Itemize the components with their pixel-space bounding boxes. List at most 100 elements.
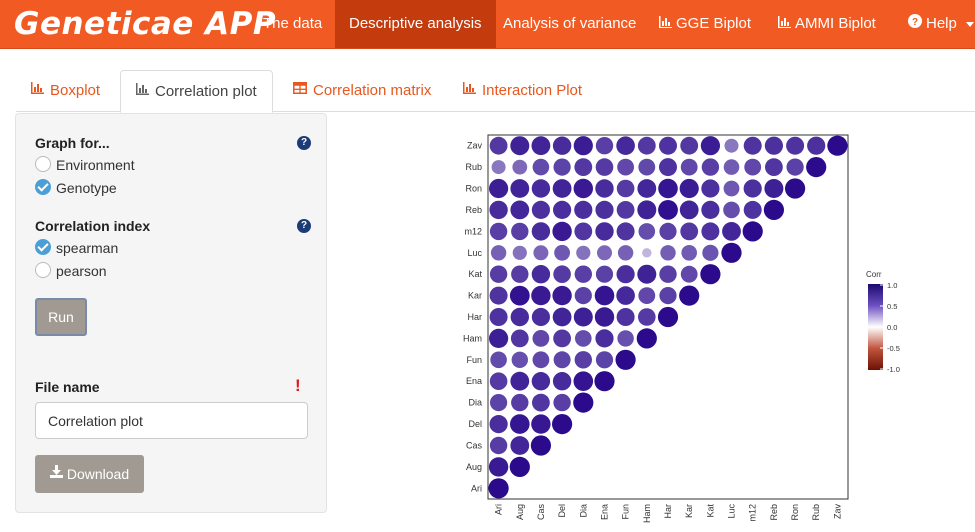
corr-point	[553, 200, 572, 219]
nav-ammi-biplot[interactable]: AMMI Biplot	[764, 0, 890, 48]
nav-analysis-of-variance[interactable]: Analysis of variance	[489, 0, 650, 48]
y-tick-label: Kat	[468, 269, 482, 279]
nav-label: GGE Biplot	[676, 15, 752, 32]
corr-point	[532, 330, 550, 347]
bar-chart-icon	[463, 69, 476, 111]
nav-label: AMMI Biplot	[795, 15, 876, 32]
corr-point	[554, 244, 570, 261]
app-title[interactable]: Geneticae APP	[14, 6, 276, 42]
y-tick-label: Rub	[465, 162, 482, 172]
y-tick-label: Ron	[465, 184, 482, 194]
nav-the-data[interactable]: The data	[249, 0, 336, 48]
tab-correlation-matrix[interactable]: Correlation matrix	[278, 70, 446, 112]
x-tick-label: Reb	[769, 504, 779, 521]
tab-interaction-plot[interactable]: Interaction Plot	[448, 70, 597, 112]
corr-point	[531, 372, 551, 391]
corr-point	[510, 307, 529, 327]
x-tick-label: Ham	[642, 504, 652, 523]
nav-descriptive-analysis[interactable]: Descriptive analysis	[335, 0, 496, 48]
corr-point	[638, 158, 656, 176]
corr-point	[510, 371, 530, 391]
corr-point	[638, 287, 656, 304]
corr-point	[638, 308, 656, 326]
corr-point	[532, 158, 550, 176]
corr-point	[511, 351, 528, 368]
corr-point	[595, 179, 614, 198]
legend-title: Corr	[866, 270, 882, 279]
tab-boxplot[interactable]: Boxplot	[16, 70, 115, 112]
corr-point	[595, 158, 614, 176]
corr-point	[490, 245, 507, 261]
tab-correlation-plot[interactable]: Correlation plot	[120, 70, 273, 113]
help-icon[interactable]: ?	[297, 136, 311, 150]
corr-point	[658, 200, 678, 220]
corr-point	[552, 414, 573, 435]
corr-point	[724, 138, 739, 153]
corr-point	[764, 179, 784, 198]
corr-point	[553, 393, 571, 412]
corr-point	[576, 245, 591, 260]
x-tick-label: m12	[748, 504, 758, 522]
corr-point	[489, 200, 508, 220]
file-name-label: File name	[35, 379, 100, 395]
corr-point	[701, 179, 720, 198]
corr-point	[616, 201, 635, 219]
y-tick-label: Ari	[471, 483, 482, 493]
file-name-input[interactable]	[35, 402, 308, 439]
corr-point	[490, 351, 507, 369]
corr-point	[659, 287, 677, 305]
corr-point	[531, 179, 551, 198]
corr-point	[574, 158, 593, 177]
corr-point	[744, 158, 762, 176]
radio-label: pearson	[56, 263, 107, 279]
radio-circle[interactable]	[35, 262, 51, 278]
corr-point	[637, 264, 657, 284]
radio-checked-icon[interactable]	[35, 179, 51, 195]
y-tick-label: Luc	[467, 248, 482, 258]
corr-point	[532, 393, 550, 412]
corr-point	[510, 136, 530, 156]
corr-point	[680, 136, 699, 155]
corr-point	[702, 244, 719, 261]
nav-gge-biplot[interactable]: GGE Biplot	[645, 0, 765, 48]
run-button[interactable]: Run	[35, 298, 87, 336]
legend-tick-label: 0.0	[887, 323, 897, 332]
nav-help-dropdown[interactable]: ? Help	[894, 0, 975, 48]
corr-point	[573, 371, 594, 392]
corr-point	[510, 414, 530, 434]
corr-point	[765, 158, 783, 177]
corr-point	[806, 157, 827, 178]
corr-point	[637, 179, 657, 198]
corr-point	[531, 136, 551, 156]
plot-panel	[487, 134, 849, 500]
corr-point	[679, 285, 700, 306]
corr-point	[489, 136, 508, 155]
corr-point	[574, 222, 593, 241]
corr-point	[595, 329, 614, 348]
corr-point	[553, 265, 571, 284]
corr-point	[659, 136, 677, 155]
tab-label: Correlation matrix	[313, 82, 432, 99]
corr-point	[573, 307, 593, 327]
download-button[interactable]: Download	[35, 455, 144, 493]
y-tick-label: Cas	[466, 441, 483, 451]
corr-point	[595, 222, 614, 241]
corr-point	[489, 265, 508, 283]
corr-point	[573, 136, 593, 156]
help-icon[interactable]: ?	[297, 219, 311, 233]
corr-point	[510, 179, 530, 198]
radio-checked-icon[interactable]	[35, 239, 51, 255]
tab-label: Interaction Plot	[482, 82, 583, 99]
download-icon	[49, 454, 63, 492]
corr-point	[659, 222, 677, 240]
corr-point	[657, 306, 679, 328]
radio-circle[interactable]	[35, 156, 51, 172]
corr-point	[616, 286, 635, 305]
corr-point	[512, 159, 528, 175]
corr-point	[723, 201, 740, 219]
corr-point	[615, 349, 636, 370]
corr-point	[552, 179, 572, 198]
corr-point	[491, 160, 506, 175]
question-circle-icon: ?	[908, 0, 922, 48]
radio-label: spearman	[56, 240, 119, 256]
